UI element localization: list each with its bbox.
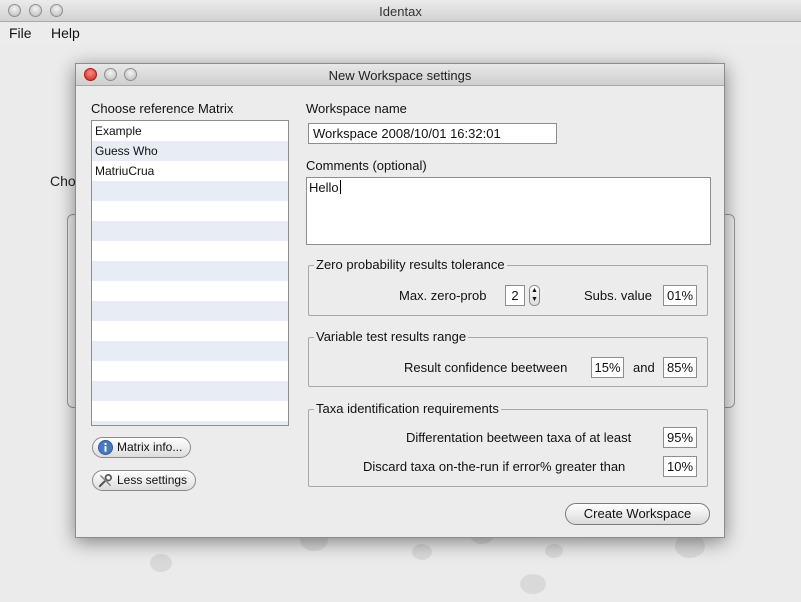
stepper-up-icon[interactable]: ▲ bbox=[530, 286, 539, 295]
empty-row bbox=[92, 381, 288, 401]
subs-value-input[interactable]: 01% bbox=[663, 285, 697, 306]
dialog-titlebar: New Workspace settings bbox=[76, 64, 724, 86]
comments-textarea[interactable]: Hello bbox=[306, 177, 711, 245]
confidence-high-input[interactable]: 85% bbox=[663, 357, 697, 378]
discard-taxa-label: Discard taxa on-the-run if error% greate… bbox=[363, 459, 626, 474]
empty-row bbox=[92, 321, 288, 341]
taxa-requirements-title: Taxa identification requirements bbox=[314, 401, 501, 416]
max-zero-prob-label: Max. zero-prob bbox=[399, 288, 487, 303]
empty-row bbox=[92, 401, 288, 421]
info-icon bbox=[98, 440, 113, 455]
max-zero-prob-stepper[interactable]: ▲ ▼ bbox=[529, 285, 540, 306]
result-confidence-label: Result confidence beetween bbox=[404, 360, 568, 375]
empty-row bbox=[92, 281, 288, 301]
empty-row bbox=[92, 361, 288, 381]
subs-value-label: Subs. value bbox=[584, 288, 652, 303]
menubar: File Help bbox=[0, 22, 801, 44]
list-item[interactable]: Example bbox=[92, 121, 288, 141]
empty-row bbox=[92, 261, 288, 281]
matrix-info-label: Matrix info... bbox=[117, 440, 183, 454]
variable-test-title: Variable test results range bbox=[314, 329, 469, 344]
empty-row bbox=[92, 201, 288, 221]
empty-row bbox=[92, 221, 288, 241]
window-title: Identax bbox=[379, 4, 422, 19]
main-titlebar: Identax bbox=[0, 0, 801, 22]
new-workspace-dialog: New Workspace settings Choose reference … bbox=[75, 63, 725, 538]
menu-help[interactable]: Help bbox=[51, 25, 80, 41]
text-caret bbox=[339, 180, 341, 194]
empty-row bbox=[92, 421, 288, 425]
comments-text: Hello bbox=[309, 180, 339, 195]
tools-icon bbox=[98, 474, 112, 488]
list-item[interactable]: MatriuCrua bbox=[92, 161, 288, 181]
less-settings-button[interactable]: Less settings bbox=[92, 470, 197, 491]
comments-label: Comments (optional) bbox=[306, 158, 427, 173]
taxa-requirements-group: Taxa identification requirements bbox=[308, 401, 708, 487]
matrix-list[interactable]: Example Guess Who MatriuCrua bbox=[91, 120, 289, 426]
and-label: and bbox=[633, 360, 655, 375]
empty-row bbox=[92, 181, 288, 201]
list-item[interactable]: Guess Who bbox=[92, 141, 288, 161]
matrix-label: Choose reference Matrix bbox=[91, 101, 234, 116]
differentiation-label: Differentation beetween taxa of at least bbox=[406, 430, 632, 445]
background-label: Cho bbox=[50, 173, 76, 189]
matrix-info-button[interactable]: Matrix info... bbox=[92, 437, 192, 458]
max-zero-prob-input[interactable]: 2 bbox=[505, 285, 525, 306]
confidence-low-input[interactable]: 15% bbox=[591, 357, 624, 378]
differentiation-input[interactable]: 95% bbox=[663, 427, 697, 448]
less-settings-label: Less settings bbox=[117, 473, 188, 487]
menu-file[interactable]: File bbox=[9, 25, 32, 41]
create-workspace-button[interactable]: Create Workspace bbox=[565, 503, 710, 525]
workspace-name-label: Workspace name bbox=[306, 101, 407, 116]
empty-row bbox=[92, 301, 288, 321]
discard-taxa-input[interactable]: 10% bbox=[663, 456, 697, 477]
workspace-name-input[interactable]: Workspace 2008/10/01 16:32:01 bbox=[308, 123, 557, 144]
empty-row bbox=[92, 241, 288, 261]
dialog-title: New Workspace settings bbox=[328, 68, 472, 83]
empty-row bbox=[92, 341, 288, 361]
zero-prob-title: Zero probability results tolerance bbox=[314, 257, 507, 272]
stepper-down-icon[interactable]: ▼ bbox=[530, 295, 539, 304]
